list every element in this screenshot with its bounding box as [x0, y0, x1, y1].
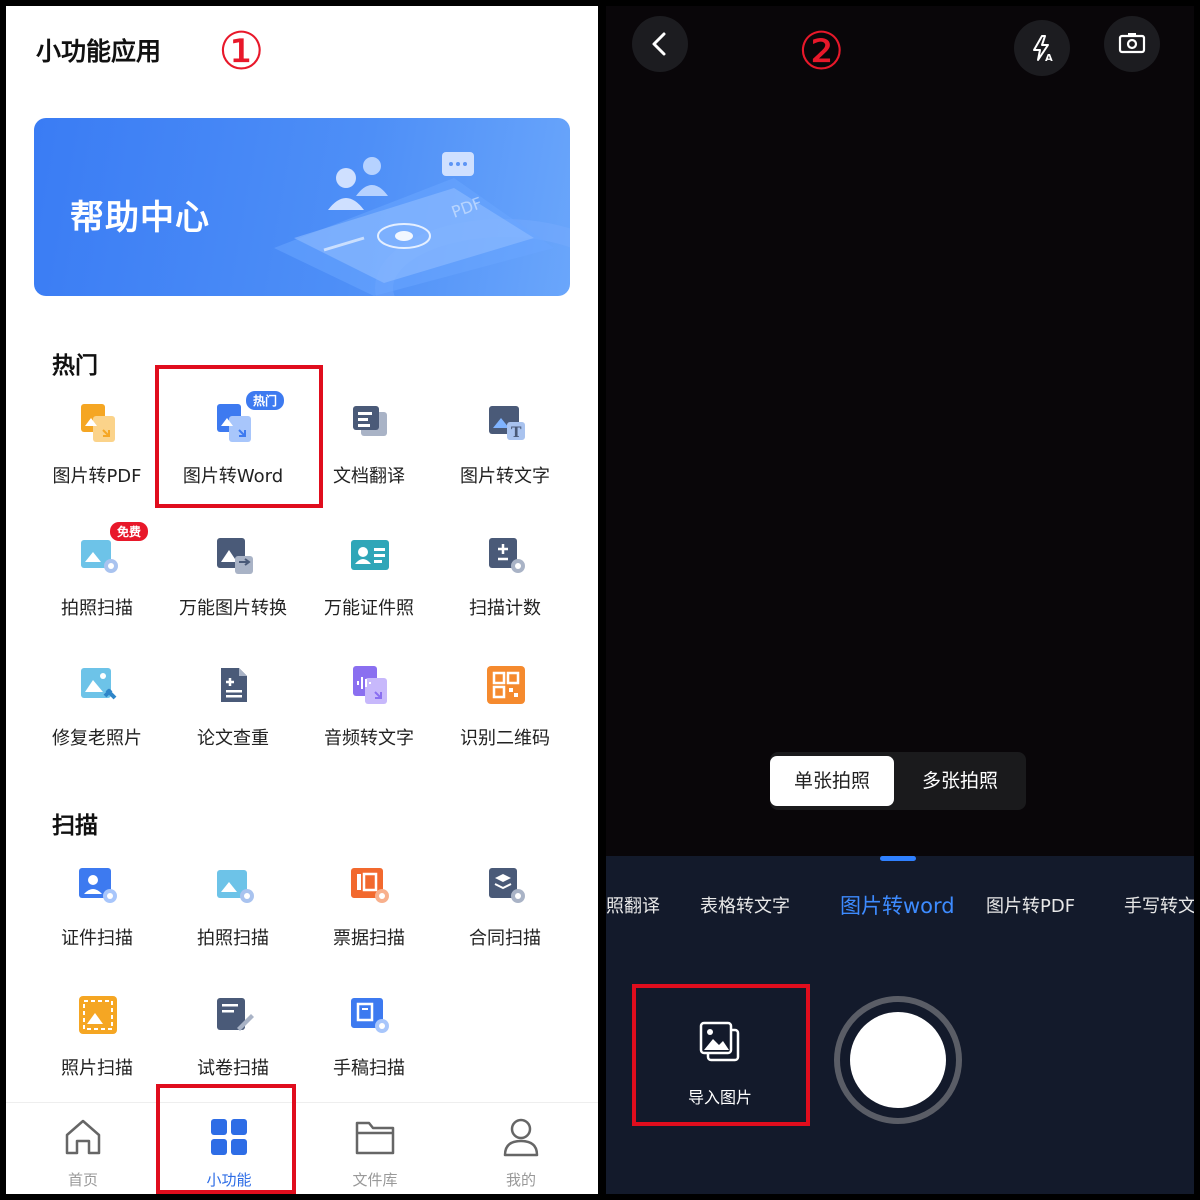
feature-image-to-pdf[interactable]: 图片转PDF — [30, 402, 164, 512]
nav-label: 首页 — [67, 1171, 98, 1189]
single-shot-option[interactable]: 单张拍照 — [770, 756, 894, 806]
receipt-scan-icon — [351, 868, 389, 903]
shutter-button[interactable] — [834, 996, 962, 1124]
qr-code-icon — [487, 666, 525, 704]
feature-label: 试卷扫描 — [197, 1058, 269, 1079]
nav-file-library[interactable]: 文件库 — [302, 1103, 448, 1194]
feature-image-convert[interactable]: 万能图片转换 — [166, 534, 300, 644]
feature-label: 拍照扫描 — [61, 598, 133, 619]
feature-label: 修复老照片 — [52, 728, 142, 749]
shutter-button-inner — [850, 1012, 946, 1108]
tool-selector-panel: 拍照翻译 表格转文字 图片转word 图片转PDF 手写转文字 导入图片 — [606, 856, 1194, 1194]
highlight-small-features-tab — [156, 1084, 296, 1194]
feature-photo-image-scan[interactable]: 照片扫描 — [30, 994, 164, 1104]
highlight-import-image — [632, 984, 810, 1126]
feature-label: 论文查重 — [197, 728, 269, 749]
feature-label: 拍照扫描 — [197, 928, 269, 949]
multi-shot-option[interactable]: 多张拍照 — [898, 756, 1022, 806]
folder-icon — [355, 1121, 395, 1155]
feature-label: 图片转文字 — [460, 466, 550, 487]
photo-image-scan-icon — [79, 996, 117, 1034]
section-title-hot: 热门 — [52, 353, 98, 379]
nav-home[interactable]: 首页 — [10, 1103, 156, 1194]
bottom-navigation: 首页 小功能 文件库 我的 — [6, 1102, 598, 1194]
feature-label: 合同扫描 — [469, 928, 541, 949]
active-tab-indicator — [880, 856, 916, 861]
banner-illustration: PDF — [274, 152, 570, 296]
feature-photo-scan[interactable]: 拍照扫描 — [30, 534, 164, 644]
feature-label: 万能图片转换 — [179, 598, 287, 619]
feature-contract-scan[interactable]: 合同扫描 — [438, 864, 572, 974]
id-scan-icon — [79, 868, 117, 903]
right-screen: ② A 单张拍照 多张拍照 拍照翻译 表格转文字 图片转word 图片转PDF … — [606, 6, 1194, 1194]
capture-mode-switch: 单张拍照 多张拍照 — [770, 752, 1026, 810]
tool-tab-photo-translate[interactable]: 拍照翻译 — [606, 892, 660, 918]
feature-photo-scan-2[interactable]: 拍照扫描 — [166, 864, 300, 974]
feature-label: 万能证件照 — [324, 598, 414, 619]
feature-image-to-text[interactable]: T 图片转文字 — [438, 402, 572, 512]
banner-title: 帮助中心 — [70, 198, 210, 238]
feature-repair-photo[interactable]: 修复老照片 — [30, 664, 164, 774]
id-photo-icon — [351, 540, 389, 570]
doc-translate-icon — [353, 406, 387, 436]
highlight-image-to-word — [155, 365, 323, 508]
left-screen: 小功能应用 ① 帮助中心 PDF 热门 图片转PDF 图片转Word 热门 文档… — [6, 6, 598, 1194]
feature-scan-count[interactable]: 扫描计数 — [438, 534, 572, 644]
feature-label: 证件扫描 — [61, 928, 133, 949]
image-to-text-icon: T — [489, 406, 525, 441]
image-to-pdf-icon — [81, 404, 115, 442]
paper-check-icon — [221, 668, 247, 702]
flash-auto-icon: A — [1033, 35, 1053, 62]
feature-audio-to-text[interactable]: 音频转文字 — [302, 664, 436, 774]
home-icon — [65, 1119, 101, 1155]
feature-label: 票据扫描 — [333, 928, 405, 949]
tool-tab-image-to-word[interactable]: 图片转word — [840, 890, 955, 920]
tool-tab-table-to-text[interactable]: 表格转文字 — [700, 892, 790, 918]
switch-camera-button[interactable] — [1104, 16, 1160, 72]
svg-text:A: A — [1045, 53, 1053, 62]
feature-manuscript-scan[interactable]: 手稿扫描 — [302, 994, 436, 1104]
chevron-left-icon — [652, 32, 666, 56]
help-center-banner[interactable]: 帮助中心 PDF — [34, 118, 570, 296]
nav-profile[interactable]: 我的 — [448, 1103, 594, 1194]
scan-count-icon — [489, 538, 525, 573]
section-title-scan: 扫描 — [52, 813, 98, 839]
flash-auto-button[interactable]: A — [1014, 20, 1070, 76]
svg-text:T: T — [511, 425, 522, 441]
feature-label: 图片转PDF — [52, 466, 142, 487]
step-marker-1: ① — [218, 22, 265, 82]
tool-tab-image-to-pdf[interactable]: 图片转PDF — [986, 892, 1075, 918]
page-title: 小功能应用 — [36, 37, 162, 66]
feature-label: 扫描计数 — [469, 598, 541, 619]
photo-scan-icon — [81, 540, 118, 573]
feature-id-scan[interactable]: 证件扫描 — [30, 864, 164, 974]
free-badge: 免费 — [110, 522, 149, 541]
photo-scan-icon — [217, 870, 254, 903]
image-convert-icon — [217, 538, 253, 574]
manuscript-scan-icon — [351, 998, 389, 1033]
feature-paper-check[interactable]: 论文查重 — [166, 664, 300, 774]
feature-id-photo[interactable]: 万能证件照 — [302, 534, 436, 644]
feature-label: 音频转文字 — [324, 728, 414, 749]
feature-qr-code[interactable]: 识别二维码 — [438, 664, 572, 774]
feature-label: 识别二维码 — [460, 728, 550, 749]
repair-photo-icon — [81, 668, 117, 700]
contract-scan-icon — [489, 868, 525, 903]
feature-receipt-scan[interactable]: 票据扫描 — [302, 864, 436, 974]
exam-scan-icon — [217, 998, 254, 1031]
feature-label: 照片扫描 — [61, 1058, 133, 1079]
camera-switch-icon — [1118, 33, 1146, 54]
tool-tab-handwriting-to-text[interactable]: 手写转文字 — [1124, 892, 1194, 918]
nav-label: 我的 — [505, 1171, 536, 1189]
step-marker-2: ② — [798, 22, 845, 82]
audio-to-text-icon — [353, 666, 387, 704]
user-icon — [503, 1118, 539, 1157]
back-button[interactable] — [632, 16, 688, 72]
nav-label: 文件库 — [352, 1171, 398, 1189]
feature-label: 手稿扫描 — [333, 1058, 405, 1079]
